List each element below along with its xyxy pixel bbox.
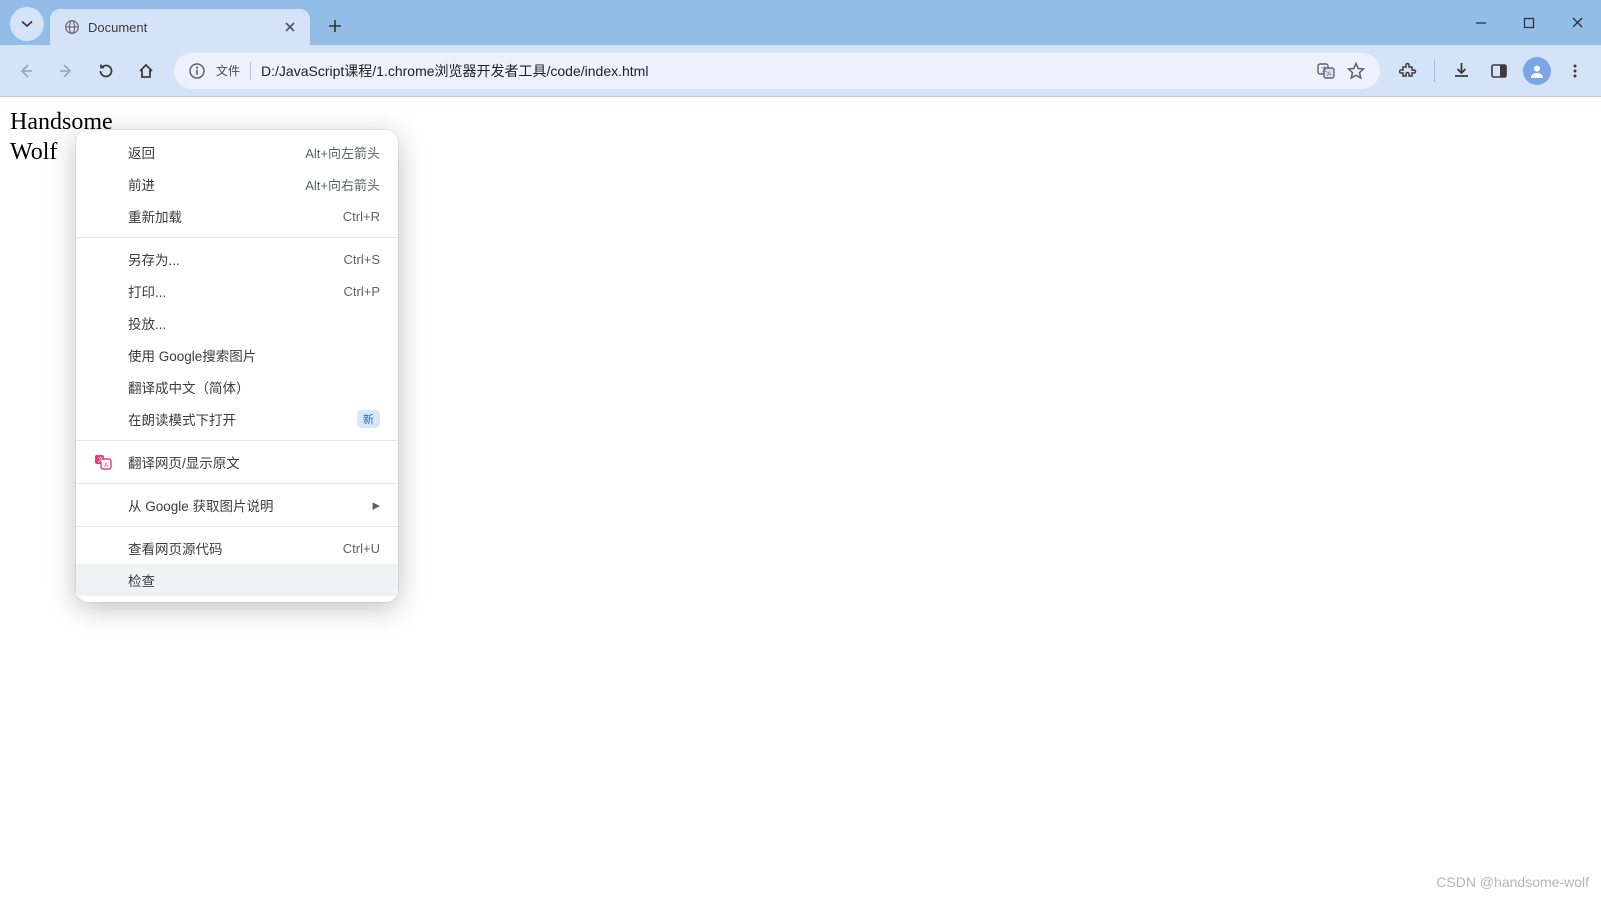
menu-item-view-source[interactable]: 查看网页源代码Ctrl+U xyxy=(76,532,398,564)
menu-label: 打印... xyxy=(128,281,344,301)
menu-shortcut: Ctrl+U xyxy=(343,541,380,556)
menu-item-translate-to-chinese[interactable]: 翻译成中文（简体） xyxy=(76,371,398,403)
tab-title: Document xyxy=(88,20,147,35)
menu-shortcut: Ctrl+R xyxy=(343,209,380,224)
back-button[interactable] xyxy=(8,53,44,89)
home-button[interactable] xyxy=(128,53,164,89)
avatar-icon xyxy=(1523,57,1551,85)
menu-divider xyxy=(76,440,398,441)
menu-label: 前进 xyxy=(128,174,305,194)
menu-item-image-description[interactable]: 从 Google 获取图片说明▸ xyxy=(76,489,398,521)
menu-shortcut: Alt+向左箭头 xyxy=(305,143,380,162)
menu-label: 检查 xyxy=(128,570,380,590)
menu-shortcut: Alt+向右箭头 xyxy=(305,175,380,194)
browser-tab[interactable]: Document xyxy=(50,9,310,45)
menu-label: 投放... xyxy=(128,313,380,333)
menu-divider xyxy=(76,237,398,238)
bookmark-button[interactable] xyxy=(1346,61,1366,81)
menu-divider xyxy=(76,526,398,527)
menu-item-save-as[interactable]: 另存为...Ctrl+S xyxy=(76,243,398,275)
svg-text:A: A xyxy=(1327,70,1332,77)
menu-item-print[interactable]: 打印...Ctrl+P xyxy=(76,275,398,307)
arrow-right-icon xyxy=(57,62,75,80)
toolbar-right xyxy=(1390,53,1593,89)
menu-label: 重新加载 xyxy=(128,206,343,226)
forward-button[interactable] xyxy=(48,53,84,89)
menu-item-inspect[interactable]: 检查 xyxy=(76,564,398,596)
menu-label: 另存为... xyxy=(128,249,344,269)
menu-item-forward[interactable]: 前进Alt+向右箭头 xyxy=(76,168,398,200)
close-icon xyxy=(1571,16,1584,29)
minimize-button[interactable] xyxy=(1457,0,1505,45)
home-icon xyxy=(137,62,155,80)
side-panel-button[interactable] xyxy=(1481,53,1517,89)
menu-item-reader-mode[interactable]: 在朗读模式下打开新 xyxy=(76,403,398,435)
kebab-icon xyxy=(1567,63,1583,79)
menu-label: 在朗读模式下打开 xyxy=(128,409,349,429)
extensions-button[interactable] xyxy=(1390,53,1426,89)
context-menu: 返回Alt+向左箭头 前进Alt+向右箭头 重新加载Ctrl+R 另存为...C… xyxy=(76,130,398,602)
svg-text:文: 文 xyxy=(98,456,104,464)
menu-label: 从 Google 获取图片说明 xyxy=(128,495,372,515)
translate-icon[interactable]: 文A xyxy=(1316,61,1336,81)
menu-label: 翻译网页/显示原文 xyxy=(128,452,380,472)
chevron-down-icon xyxy=(21,18,33,30)
menu-label: 返回 xyxy=(128,142,305,162)
menu-divider xyxy=(76,483,398,484)
window-controls xyxy=(1457,0,1601,45)
toolbar-separator xyxy=(1434,60,1435,82)
menu-label: 使用 Google搜索图片 xyxy=(128,345,380,365)
watermark: CSDN @handsome-wolf xyxy=(1436,874,1589,890)
menu-shortcut: Ctrl+P xyxy=(344,284,380,299)
close-icon xyxy=(284,21,296,33)
menu-item-translate-page[interactable]: 文A 翻译网页/显示原文 xyxy=(76,446,398,478)
menu-item-reload[interactable]: 重新加载Ctrl+R xyxy=(76,200,398,232)
menu-label: 翻译成中文（简体） xyxy=(128,377,380,397)
titlebar: Document xyxy=(0,0,1601,45)
menu-shortcut: Ctrl+S xyxy=(344,252,380,267)
reload-button[interactable] xyxy=(88,53,124,89)
star-icon xyxy=(1346,61,1366,81)
close-window-button[interactable] xyxy=(1553,0,1601,45)
downloads-button[interactable] xyxy=(1443,53,1479,89)
reload-icon xyxy=(97,62,115,80)
download-icon xyxy=(1452,61,1471,80)
arrow-left-icon xyxy=(17,62,35,80)
minimize-icon xyxy=(1475,17,1487,29)
new-tab-button[interactable] xyxy=(320,11,350,41)
svg-text:A: A xyxy=(104,463,108,469)
globe-icon xyxy=(64,19,80,35)
plus-icon xyxy=(328,19,342,33)
address-bar[interactable]: 文件 D:/JavaScript课程/1.chrome浏览器开发者工具/code… xyxy=(174,53,1380,89)
menu-item-back[interactable]: 返回Alt+向左箭头 xyxy=(76,136,398,168)
new-badge: 新 xyxy=(357,410,380,428)
maximize-button[interactable] xyxy=(1505,0,1553,45)
url-text: D:/JavaScript课程/1.chrome浏览器开发者工具/code/in… xyxy=(261,61,1306,81)
url-scheme-label: 文件 xyxy=(216,62,240,79)
toolbar: 文件 D:/JavaScript课程/1.chrome浏览器开发者工具/code… xyxy=(0,45,1601,97)
menu-label: 查看网页源代码 xyxy=(128,538,343,558)
menu-item-search-image[interactable]: 使用 Google搜索图片 xyxy=(76,339,398,371)
tab-search-button[interactable] xyxy=(10,7,44,41)
omnibox-separator xyxy=(250,62,251,80)
puzzle-icon xyxy=(1399,61,1418,80)
menu-item-cast[interactable]: 投放... xyxy=(76,307,398,339)
maximize-icon xyxy=(1523,17,1535,29)
submenu-arrow-icon: ▸ xyxy=(372,496,380,514)
panel-icon xyxy=(1490,62,1508,80)
menu-button[interactable] xyxy=(1557,53,1593,89)
profile-button[interactable] xyxy=(1519,53,1555,89)
tab-close-button[interactable] xyxy=(280,21,300,33)
translate-icon: 文A xyxy=(92,451,114,473)
site-info-icon[interactable] xyxy=(188,62,206,80)
